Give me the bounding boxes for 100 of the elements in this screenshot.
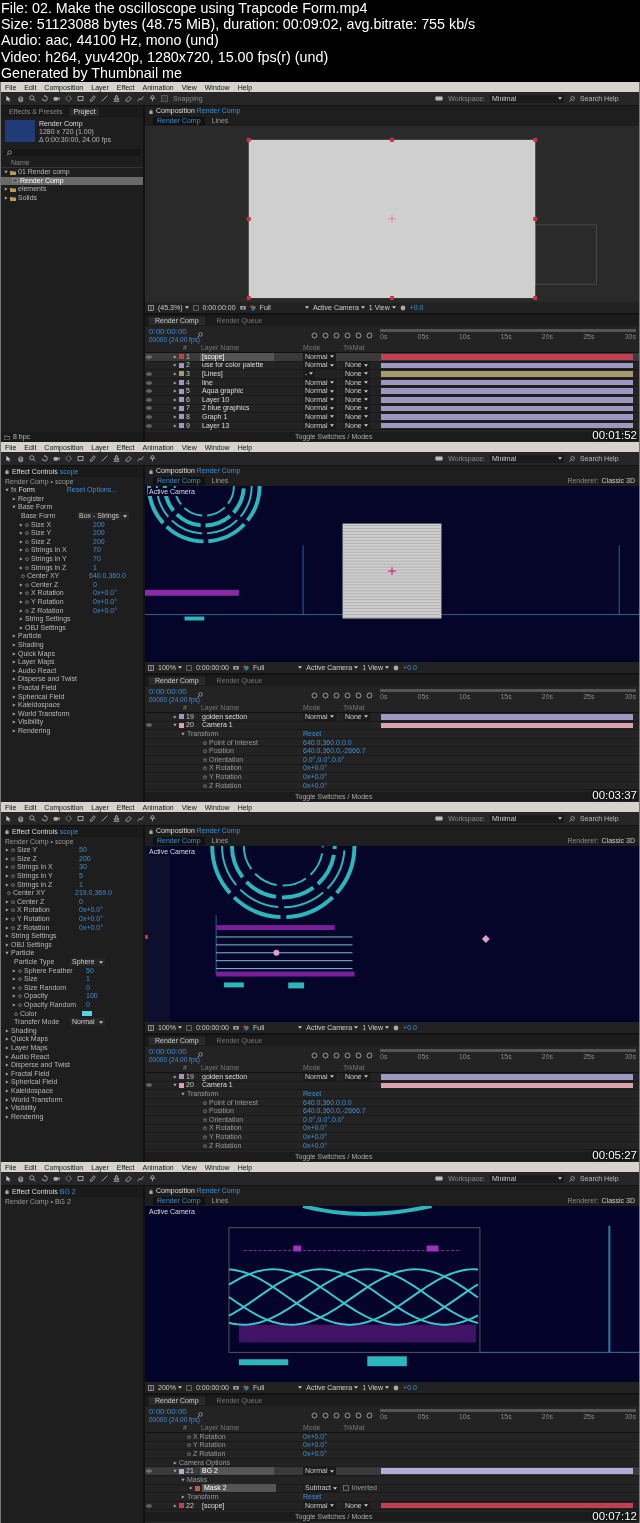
eye-icon[interactable] — [146, 723, 152, 728]
stopwatch-icon[interactable] — [25, 548, 29, 553]
collapse-triangle-icon[interactable] — [181, 732, 185, 736]
color-channels-icon[interactable] — [243, 664, 249, 671]
layer-duration-bar[interactable] — [381, 1082, 633, 1089]
region-icon[interactable] — [185, 1024, 192, 1031]
stamp-icon[interactable] — [113, 1175, 120, 1182]
timecode[interactable]: 0:00:00:00 — [149, 1047, 197, 1056]
rectangle-tool-icon[interactable] — [77, 815, 84, 822]
color-channels-icon[interactable] — [243, 1384, 249, 1391]
stopwatch-icon[interactable] — [203, 1134, 207, 1139]
snapshot-camera-icon[interactable] — [233, 1025, 239, 1030]
layer-duration-bar[interactable] — [381, 422, 633, 429]
stopwatch-icon[interactable] — [21, 574, 25, 579]
zoom-icon[interactable] — [29, 455, 36, 462]
rotate-icon[interactable] — [41, 1175, 48, 1182]
search-icon[interactable] — [197, 1412, 203, 1418]
eraser-icon[interactable] — [125, 95, 132, 102]
rectangle-tool-icon[interactable] — [77, 95, 84, 102]
eraser-icon[interactable] — [125, 455, 132, 462]
eye-icon[interactable] — [146, 1083, 152, 1088]
search-icon[interactable] — [197, 332, 203, 338]
pin-icon[interactable] — [149, 815, 156, 822]
eye-icon[interactable] — [146, 423, 152, 428]
stopwatch-icon[interactable] — [18, 977, 22, 982]
lock-icon[interactable] — [5, 829, 9, 834]
pin-icon[interactable] — [149, 455, 156, 462]
stopwatch-icon[interactable] — [203, 1143, 207, 1148]
stopwatch-icon[interactable] — [11, 856, 15, 861]
stopwatch-icon[interactable] — [7, 891, 11, 896]
selection-arrow-icon[interactable] — [5, 95, 12, 102]
pin-icon[interactable] — [149, 95, 156, 102]
color-channels-icon[interactable] — [249, 304, 256, 311]
stopwatch-icon[interactable] — [25, 608, 29, 613]
region-icon[interactable] — [185, 664, 192, 671]
grid-icon[interactable] — [148, 664, 154, 671]
stopwatch-icon[interactable] — [11, 848, 15, 853]
eye-icon[interactable] — [146, 414, 152, 419]
label-color-swatch[interactable] — [179, 714, 184, 720]
grid-icon[interactable] — [148, 1384, 154, 1391]
stopwatch-icon[interactable] — [18, 985, 22, 990]
label-color-swatch[interactable] — [179, 371, 184, 377]
exposure-icon[interactable] — [393, 664, 400, 671]
collapse-triangle-icon[interactable] — [4, 170, 8, 175]
stopwatch-icon[interactable] — [11, 899, 15, 904]
stopwatch-icon[interactable] — [11, 865, 15, 870]
stopwatch-icon[interactable] — [203, 740, 207, 745]
rectangle-tool-icon[interactable] — [77, 455, 84, 462]
timecode[interactable]: 0:00:00:00 — [149, 687, 197, 696]
stopwatch-icon[interactable] — [25, 531, 29, 536]
eye-icon[interactable] — [146, 372, 152, 376]
stopwatch-icon[interactable] — [11, 917, 15, 922]
label-color-swatch[interactable] — [179, 397, 184, 403]
search-icon[interactable] — [6, 149, 12, 156]
collapse-triangle-icon[interactable] — [5, 951, 9, 956]
label-color-swatch[interactable] — [179, 380, 184, 386]
lock-icon[interactable] — [149, 468, 153, 474]
stopwatch-icon[interactable] — [18, 968, 22, 973]
grid-icon[interactable] — [148, 1024, 154, 1031]
collapse-triangle-icon[interactable] — [181, 1477, 185, 1482]
collapse-triangle-icon[interactable] — [173, 1083, 177, 1088]
eraser-icon[interactable] — [125, 815, 132, 822]
rotate-icon[interactable] — [41, 815, 48, 822]
stopwatch-icon[interactable] — [11, 925, 15, 930]
search-icon[interactable] — [569, 455, 575, 462]
zoom-icon[interactable] — [29, 95, 36, 102]
stopwatch-icon[interactable] — [11, 882, 15, 887]
stopwatch-icon[interactable] — [11, 874, 15, 879]
pen-icon[interactable] — [89, 95, 96, 102]
hand-icon[interactable] — [17, 95, 24, 102]
collapse-triangle-icon[interactable] — [181, 1092, 185, 1096]
stopwatch-icon[interactable] — [187, 1434, 191, 1439]
stopwatch-icon[interactable] — [203, 766, 207, 771]
lock-icon[interactable] — [149, 828, 153, 834]
stopwatch-icon[interactable] — [203, 1126, 207, 1131]
stopwatch-icon[interactable] — [25, 539, 29, 544]
eye-icon[interactable] — [146, 380, 152, 385]
stopwatch-icon[interactable] — [25, 582, 29, 587]
collapse-triangle-icon[interactable] — [5, 488, 9, 493]
region-icon[interactable] — [192, 304, 199, 311]
stamp-icon[interactable] — [113, 95, 120, 102]
hand-icon[interactable] — [17, 455, 24, 462]
label-color-swatch[interactable] — [179, 423, 184, 429]
search-icon[interactable] — [569, 1175, 575, 1182]
stopwatch-icon[interactable] — [187, 1443, 191, 1448]
stopwatch-icon[interactable] — [25, 565, 29, 570]
brush-icon[interactable] — [101, 455, 108, 462]
brush-icon[interactable] — [101, 815, 108, 822]
camera-icon[interactable] — [53, 455, 60, 462]
layer-duration-bar[interactable] — [381, 722, 633, 729]
stamp-icon[interactable] — [113, 815, 120, 822]
eye-icon[interactable] — [146, 1469, 152, 1474]
label-color-swatch[interactable] — [179, 1468, 184, 1474]
eye-icon[interactable] — [146, 406, 152, 411]
grid-icon[interactable] — [148, 304, 154, 311]
layer-duration-bar[interactable] — [381, 362, 633, 369]
lock-icon[interactable] — [5, 469, 9, 474]
search-icon[interactable] — [197, 692, 203, 698]
hand-icon[interactable] — [17, 1175, 24, 1182]
expand-triangle-icon[interactable] — [19, 600, 23, 604]
